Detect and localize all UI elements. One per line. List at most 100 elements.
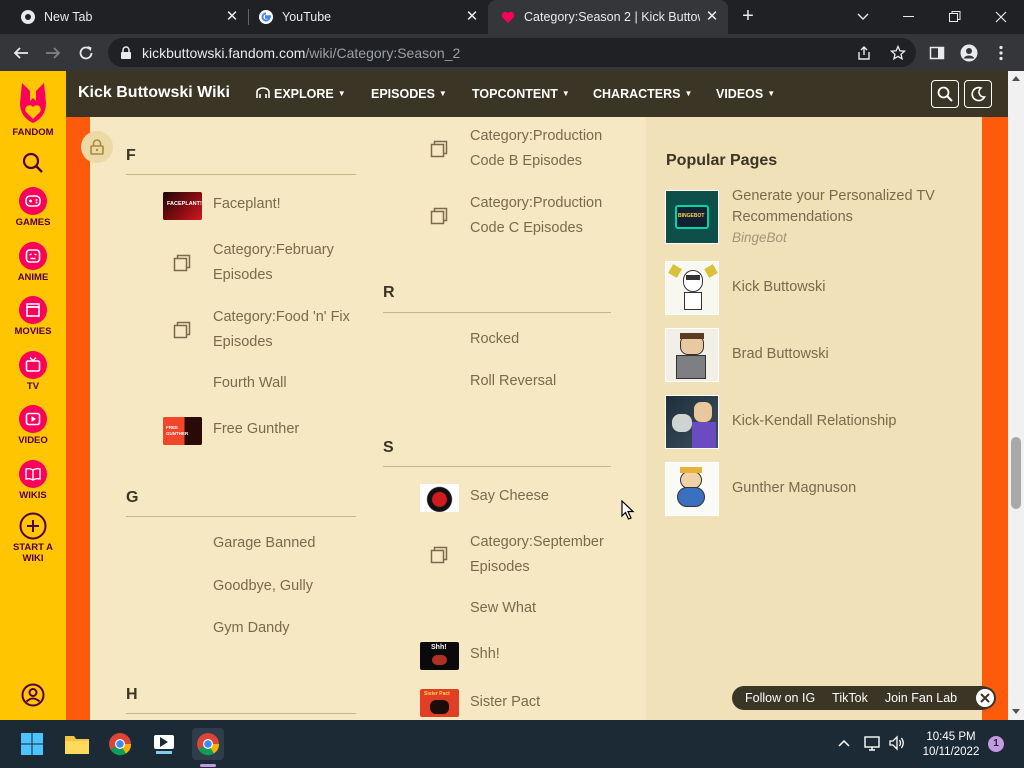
item-label: Free Gunther [213, 421, 300, 437]
share-icon[interactable] [856, 45, 872, 61]
category-icon [430, 546, 448, 564]
rail-games[interactable]: GAMES [0, 187, 66, 228]
popular-thumb-bingebot[interactable]: BINGEBOT [665, 190, 719, 244]
popular-item-gunther-magnuson[interactable]: Gunther Magnuson [732, 478, 962, 499]
popular-item-kick-kendall-relationship[interactable]: Kick-Kendall Relationship [732, 411, 962, 432]
category-item-sister-pact[interactable]: Sister Pact [470, 690, 540, 715]
faceplant-thumbnail[interactable]: FACEPLANT! [163, 192, 202, 220]
side-panel-icon[interactable] [924, 40, 950, 66]
category-item-shh[interactable]: Shh! [470, 642, 500, 667]
nav-characters[interactable]: CHARACTERS ▼ [593, 87, 692, 101]
category-item-production-code-c[interactable]: Category:Production Code C Episodes [470, 191, 602, 241]
category-item-faceplant[interactable]: Faceplant! [213, 192, 281, 217]
profile-icon[interactable] [956, 40, 982, 66]
popular-thumb-kick-buttowski[interactable] [665, 261, 719, 315]
chevron-up-icon[interactable] [838, 738, 850, 748]
rail-video[interactable]: VIDEO [0, 405, 66, 446]
new-tab-button[interactable]: + [737, 6, 759, 28]
notification-badge[interactable]: 1 [988, 736, 1004, 752]
file-explorer-button[interactable] [61, 728, 93, 760]
forward-icon[interactable] [40, 40, 66, 66]
popular-thumb-gunther-magnuson[interactable] [665, 462, 719, 516]
category-item-food-n-fix-episodes[interactable]: Category:Food 'n' Fix Episodes [213, 305, 350, 355]
section-divider [126, 713, 356, 714]
free-gunther-thumbnail[interactable]: FREE GUNTHER [163, 417, 202, 445]
sister-pact-thumbnail[interactable]: Sister Pact [420, 689, 459, 717]
network-icon[interactable] [864, 735, 882, 751]
category-item-sew-what[interactable]: Sew What [470, 596, 536, 621]
scroll-down-arrow[interactable] [1012, 709, 1020, 714]
scroll-up-arrow[interactable] [1012, 76, 1020, 81]
tiktok-link[interactable]: TikTok [832, 691, 868, 705]
minimize-icon[interactable] [886, 0, 932, 34]
join-fan-lab-link[interactable]: Join Fan Lab [885, 691, 957, 705]
close-window-icon[interactable] [978, 0, 1024, 34]
rail-search[interactable] [0, 152, 66, 176]
volume-icon[interactable] [888, 735, 906, 751]
reload-icon[interactable] [73, 40, 99, 66]
rail-user[interactable] [0, 683, 66, 709]
close-follow-bar-button[interactable] [974, 687, 996, 709]
address-bar[interactable]: kickbuttowski.fandom.com/wiki/Category:S… [108, 38, 916, 67]
category-item-september-episodes[interactable]: Category:September Episodes [470, 530, 604, 580]
bookmark-star-icon[interactable] [890, 45, 906, 61]
shh-thumbnail[interactable]: Shh! [420, 642, 459, 670]
category-item-garage-banned[interactable]: Garage Banned [213, 531, 315, 556]
tab-new-tab[interactable]: New Tab ✕ [0, 0, 248, 34]
theme-toggle-button[interactable] [964, 80, 992, 108]
popular-item-brad-buttowski[interactable]: Brad Buttowski [732, 344, 962, 365]
media-app-icon [154, 735, 174, 754]
nav-videos[interactable]: VIDEOS ▼ [716, 87, 775, 101]
rail-start-wiki[interactable]: START A WIKI [0, 512, 66, 564]
sister-pact-thumb-caption: Sister Pact [424, 691, 450, 697]
close-tab-icon[interactable]: ✕ [464, 9, 480, 25]
rail-tv[interactable]: TV [0, 351, 66, 392]
category-item-say-cheese[interactable]: Say Cheese [470, 484, 549, 509]
category-item-production-code-b[interactable]: Category:Production Code B Episodes [470, 124, 602, 174]
popular-thumb-kick-kendall[interactable] [665, 395, 719, 449]
wiki-name[interactable]: Kick Buttowski Wiki [78, 84, 230, 102]
search-icon [937, 86, 953, 102]
tab-youtube[interactable]: YouTube ✕ [238, 0, 488, 34]
item-label-line2: Episodes [213, 334, 273, 350]
wiki-search-button[interactable] [931, 80, 959, 108]
category-item-free-gunther[interactable]: Free Gunther [213, 417, 299, 442]
category-item-goodbye-gully[interactable]: Goodbye, Gully [213, 574, 313, 599]
category-item-fourth-wall[interactable]: Fourth Wall [213, 371, 287, 396]
close-tab-icon[interactable]: ✕ [704, 9, 720, 25]
chrome-taskbar-button[interactable] [104, 728, 136, 760]
say-cheese-thumbnail[interactable] [420, 484, 459, 512]
chrome-active-taskbar-button[interactable] [192, 728, 224, 760]
sticky-lock-button[interactable] [81, 131, 113, 163]
popular-item-bingebot[interactable]: Generate your Personalized TV Recommendat… [732, 186, 962, 228]
restore-icon[interactable] [932, 0, 978, 34]
fandom-logo[interactable]: FANDOM [0, 79, 66, 138]
category-item-february-episodes[interactable]: Category:February Episodes [213, 238, 334, 288]
scrollbar-thumb[interactable] [1011, 437, 1021, 509]
category-item-roll-reversal[interactable]: Roll Reversal [470, 369, 556, 394]
page-scrollbar[interactable] [1008, 71, 1024, 720]
popular-item-label: Brad Buttowski [732, 346, 829, 362]
popular-item-kick-buttowski[interactable]: Kick Buttowski [732, 277, 962, 298]
category-item-gym-dandy[interactable]: Gym Dandy [213, 616, 290, 641]
rail-wikis[interactable]: WIKIS [0, 460, 66, 501]
nav-explore[interactable]: EXPLORE ▼ [256, 87, 346, 101]
rail-movies[interactable]: MOVIES [0, 296, 66, 337]
popular-item-label: Kick-Kendall Relationship [732, 413, 897, 429]
tab-title: YouTube [282, 10, 332, 24]
tab-category-season-2[interactable]: Category:Season 2 | Kick Buttowski Wiki … [488, 0, 728, 34]
clock[interactable]: 10:45 PM 10/11/2022 [916, 730, 986, 760]
nav-episodes[interactable]: EPISODES ▼ [371, 87, 447, 101]
rail-anime[interactable]: ANIME [0, 242, 66, 283]
start-button[interactable] [16, 728, 48, 760]
media-app-button[interactable] [148, 728, 180, 760]
tab-search-icon[interactable] [840, 0, 886, 34]
popular-thumb-brad-buttowski[interactable] [665, 328, 719, 382]
category-item-rocked[interactable]: Rocked [470, 327, 519, 352]
back-icon[interactable] [8, 40, 34, 66]
menu-kebab-icon[interactable] [988, 40, 1014, 66]
item-label: Goodbye, Gully [213, 578, 313, 594]
nav-topcontent[interactable]: TOPCONTENT ▼ [472, 87, 570, 101]
follow-ig-link[interactable]: Follow on IG [745, 691, 815, 705]
lock-icon[interactable] [120, 46, 132, 60]
